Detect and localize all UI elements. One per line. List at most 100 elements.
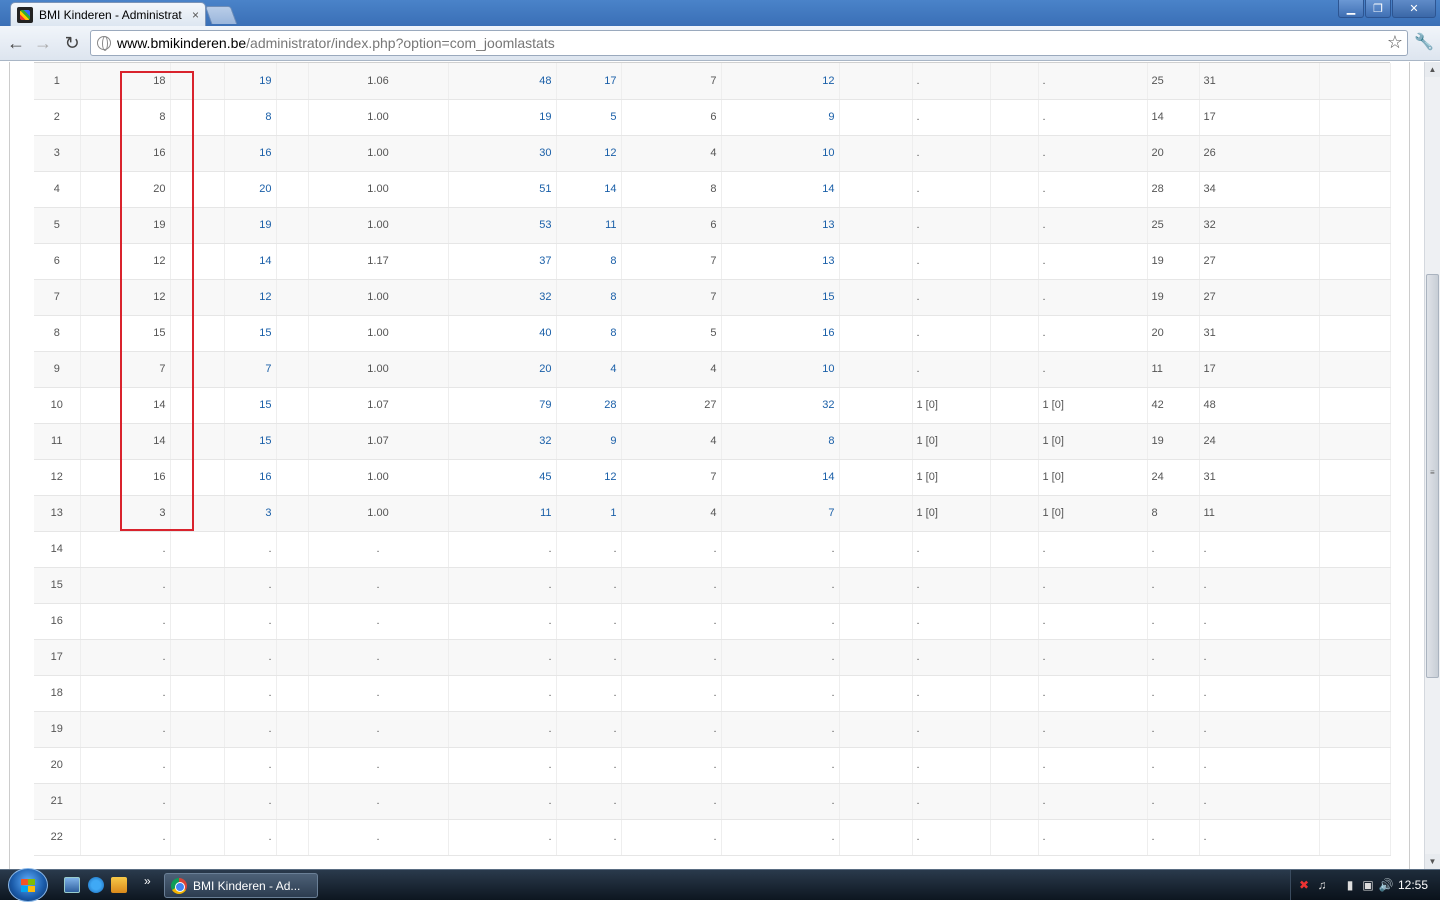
table-cell[interactable]: 8 xyxy=(556,243,622,280)
bookmark-star-icon[interactable]: ☆ xyxy=(1387,32,1403,53)
globe-icon xyxy=(97,36,111,51)
table-cell[interactable]: 30 xyxy=(448,135,557,172)
table-cell[interactable]: 32 xyxy=(448,279,557,316)
tray-volume-icon[interactable]: 🔊 xyxy=(1379,878,1394,892)
table-cell-empty xyxy=(1319,531,1391,568)
table-cell[interactable]: 32 xyxy=(448,423,557,460)
table-cell[interactable]: 8 xyxy=(556,315,622,352)
media-player-icon[interactable] xyxy=(111,877,127,893)
table-cell[interactable]: 19 xyxy=(224,207,277,244)
table-cell[interactable]: 37 xyxy=(448,243,557,280)
table-cell[interactable]: 10 xyxy=(721,135,840,172)
table-cell[interactable]: 15 xyxy=(224,315,277,352)
table-cell[interactable]: 40 xyxy=(448,315,557,352)
table-cell: . xyxy=(912,531,991,568)
windows-taskbar: » BMI Kinderen - Ad... ✖ ♫ ▮ ▣ 🔊 12:55 xyxy=(0,868,1440,902)
table-cell[interactable]: 14 xyxy=(556,171,622,208)
table-cell[interactable]: 48 xyxy=(448,63,557,100)
table-cell[interactable]: 16 xyxy=(721,315,840,352)
table-cell[interactable]: 12 xyxy=(556,459,622,496)
vertical-scrollbar[interactable]: ▲ ≡ ▼ xyxy=(1424,62,1440,869)
table-cell: 4 xyxy=(34,171,81,208)
table-cell[interactable]: 11 xyxy=(556,207,622,244)
table-cell[interactable]: 13 xyxy=(721,243,840,280)
quicklaunch-more-icon[interactable]: » xyxy=(144,874,151,888)
scroll-thumb[interactable]: ≡ xyxy=(1426,274,1439,678)
table-cell[interactable]: 14 xyxy=(721,459,840,496)
new-tab-button[interactable] xyxy=(204,6,238,24)
table-cell: . xyxy=(556,747,622,784)
table-cell[interactable]: 15 xyxy=(224,423,277,460)
table-cell[interactable]: 5 xyxy=(556,99,622,136)
table-cell: 1 xyxy=(34,63,81,100)
table-cell[interactable]: 28 xyxy=(556,387,622,424)
tab-close-icon[interactable]: × xyxy=(192,8,199,22)
table-cell[interactable]: 8 xyxy=(556,279,622,316)
scroll-down-arrow-icon[interactable]: ▼ xyxy=(1425,854,1440,869)
table-cell: . xyxy=(556,567,622,604)
table-cell[interactable]: 45 xyxy=(448,459,557,496)
address-bar[interactable]: www.bmikinderen.be/administrator/index.p… xyxy=(90,30,1408,56)
table-cell[interactable]: 20 xyxy=(448,351,557,388)
table-cell[interactable]: 9 xyxy=(721,99,840,136)
table-cell[interactable]: 16 xyxy=(224,135,277,172)
table-cell[interactable]: 12 xyxy=(721,63,840,100)
forward-button[interactable]: → xyxy=(32,32,54,54)
tray-warning-icon[interactable]: ✖ xyxy=(1297,878,1311,892)
taskbar-clock[interactable]: 12:55 xyxy=(1398,878,1428,892)
table-cell[interactable]: 12 xyxy=(224,279,277,316)
wrench-menu-icon[interactable]: 🔧 xyxy=(1414,32,1434,52)
table-row: 5 19 19 1.00 53 11 6 13.. 25 32 xyxy=(34,207,1391,244)
table-cell[interactable]: 20 xyxy=(224,171,277,208)
table-cell[interactable]: 1 xyxy=(556,495,622,532)
table-cell[interactable]: 7 xyxy=(224,351,277,388)
table-cell: . xyxy=(308,531,449,568)
table-cell: . xyxy=(912,747,991,784)
table-cell[interactable]: 4 xyxy=(556,351,622,388)
table-cell[interactable]: 17 xyxy=(556,63,622,100)
tray-network-icon[interactable]: ▣ xyxy=(1361,878,1375,892)
table-cell[interactable]: 32 xyxy=(721,387,840,424)
table-cell[interactable]: 11 xyxy=(448,495,557,532)
table-cell[interactable]: 53 xyxy=(448,207,557,244)
back-button[interactable]: ← xyxy=(5,32,27,54)
table-cell[interactable]: 19 xyxy=(224,63,277,100)
table-cell: 8 xyxy=(34,315,81,352)
table-cell[interactable]: 19 xyxy=(448,99,557,136)
table-cell[interactable]: 16 xyxy=(224,459,277,496)
minimize-button[interactable]: ▁ xyxy=(1338,0,1364,18)
table-cell[interactable]: 51 xyxy=(448,171,557,208)
table-cell[interactable]: 12 xyxy=(556,135,622,172)
table-cell[interactable]: 13 xyxy=(721,207,840,244)
table-cell[interactable]: 14 xyxy=(721,171,840,208)
table-cell[interactable]: 8 xyxy=(224,99,277,136)
tray-app-icon[interactable]: ♫ xyxy=(1315,878,1329,892)
scroll-up-arrow-icon[interactable]: ▲ xyxy=(1425,62,1440,77)
reload-button[interactable]: ↻ xyxy=(61,32,83,54)
table-cell[interactable]: 3 xyxy=(224,495,277,532)
table-cell: 14 xyxy=(1147,99,1200,136)
start-button[interactable] xyxy=(8,868,48,902)
internet-explorer-icon[interactable] xyxy=(88,877,104,893)
table-cell[interactable]: 15 xyxy=(224,387,277,424)
taskbar-item-chrome[interactable]: BMI Kinderen - Ad... xyxy=(164,873,318,898)
restore-button[interactable]: ❐ xyxy=(1365,0,1391,18)
table-cell[interactable]: 79 xyxy=(448,387,557,424)
tray-power-icon[interactable]: ▮ xyxy=(1343,878,1357,892)
show-desktop-icon[interactable] xyxy=(64,877,80,893)
table-cell[interactable]: 9 xyxy=(556,423,622,460)
table-cell-empty xyxy=(1319,603,1391,640)
table-cell[interactable]: 10 xyxy=(721,351,840,388)
table-row: 15........... xyxy=(34,567,1391,604)
table-cell[interactable]: 15 xyxy=(721,279,840,316)
table-cell: . xyxy=(721,783,840,820)
table-cell-empty xyxy=(1319,351,1391,388)
table-cell[interactable]: 7 xyxy=(721,495,840,532)
table-cell: 1.00 xyxy=(308,351,449,388)
table-row: 9 7 7 1.00 20 4 4 10.. 11 17 xyxy=(34,351,1391,388)
browser-tab[interactable]: BMI Kinderen - Administrat × xyxy=(10,2,206,26)
table-cell[interactable]: 8 xyxy=(721,423,840,460)
table-row: 7 12 12 1.00 32 8 7 15.. 19 27 xyxy=(34,279,1391,316)
table-cell[interactable]: 14 xyxy=(224,243,277,280)
close-window-button[interactable]: ✕ xyxy=(1392,0,1436,18)
